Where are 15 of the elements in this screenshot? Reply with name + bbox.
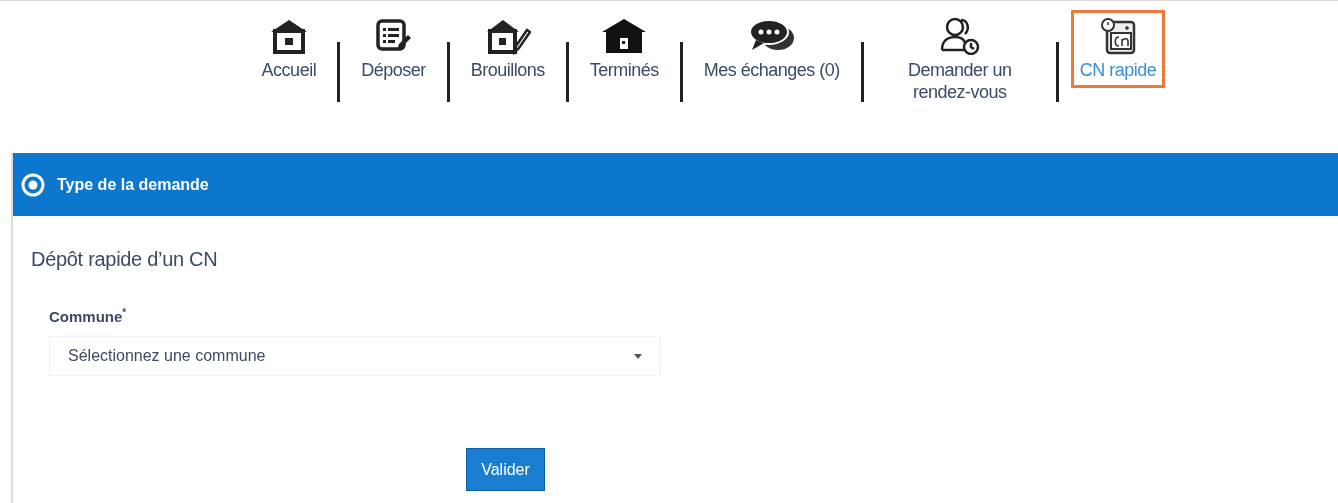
- section-title: Type de la demande: [57, 175, 209, 194]
- validate-button[interactable]: Valider: [466, 448, 545, 491]
- commune-dropdown[interactable]: Sélectionnez une commune: [49, 336, 661, 376]
- field-label: Commune$^{*}$: [49, 308, 127, 325]
- nav-tab[interactable]: Déposer: [352, 10, 435, 88]
- calculator-icon: [1099, 17, 1138, 55]
- nav-tab[interactable]: Terminés: [580, 10, 668, 88]
- radio-icon: [21, 172, 45, 197]
- nav-tab[interactable]: Accueil: [252, 10, 326, 88]
- nav-tab[interactable]: Demander un rendez-vous: [875, 10, 1044, 110]
- nav-tab[interactable]: Mes échanges (0): [694, 10, 849, 88]
- person-clock-icon: [939, 17, 980, 55]
- form-heading: Dépôt rapide d’un CN: [31, 248, 219, 271]
- nav-tab[interactable]: Brouillons: [461, 10, 554, 88]
- caret-icon: [634, 353, 642, 359]
